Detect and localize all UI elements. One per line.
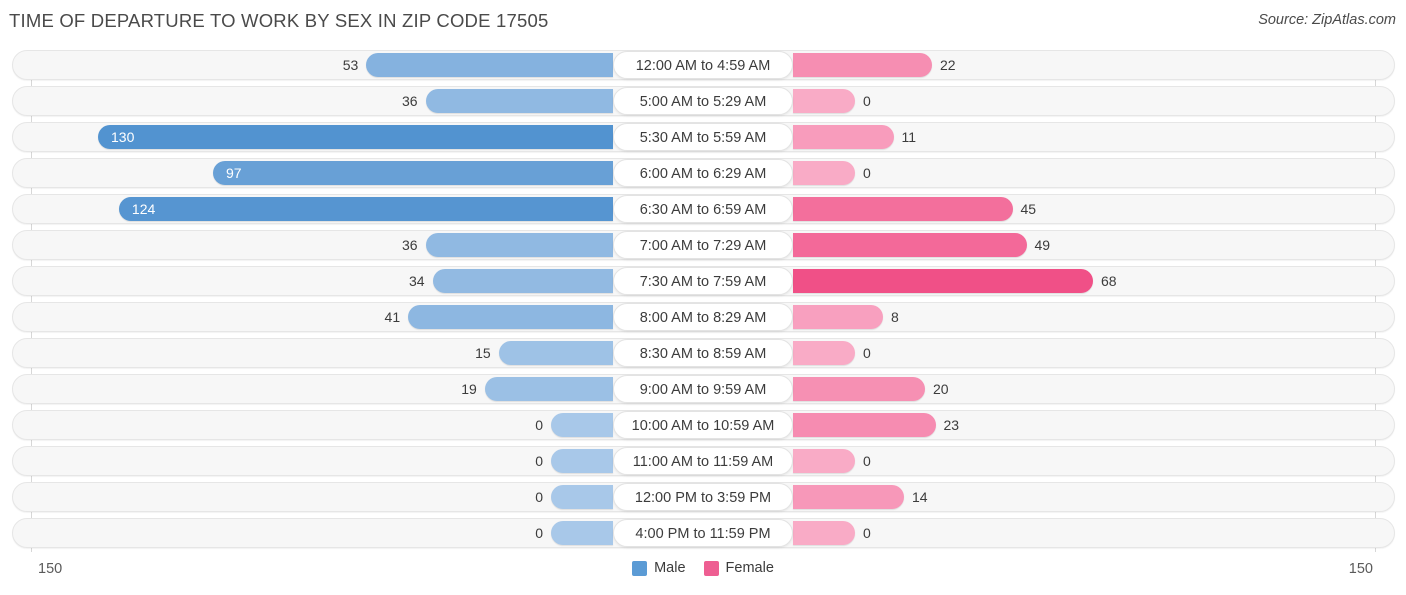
bar-female[interactable]: [793, 197, 1013, 221]
category-label: 5:00 AM to 5:29 AM: [613, 87, 793, 115]
category-label: 8:00 AM to 8:29 AM: [613, 303, 793, 331]
bar-male[interactable]: [498, 341, 613, 365]
table-row: 0 0 4:00 PM to 11:59 PM: [0, 518, 1406, 548]
value-label-male: 97: [225, 165, 242, 181]
table-row: 124 45 6:30 AM to 6:59 AM: [0, 194, 1406, 224]
table-row: 97 0 6:00 AM to 6:29 AM: [0, 158, 1406, 188]
bar-female[interactable]: [793, 449, 855, 473]
value-label-female: 23: [943, 417, 960, 433]
table-row: 130 11 5:30 AM to 5:59 AM: [0, 122, 1406, 152]
bar-male[interactable]: [366, 53, 613, 77]
page-title: TIME OF DEPARTURE TO WORK BY SEX IN ZIP …: [9, 10, 549, 31]
bar-female[interactable]: [793, 269, 1093, 293]
value-label-female: 0: [863, 345, 871, 361]
value-label-male: 41: [384, 309, 401, 325]
table-row: 41 8 8:00 AM to 8:29 AM: [0, 302, 1406, 332]
table-row: 15 0 8:30 AM to 8:59 AM: [0, 338, 1406, 368]
bar-female[interactable]: [793, 521, 855, 545]
table-row: 19 20 9:00 AM to 9:59 AM: [0, 374, 1406, 404]
value-label-male: 0: [535, 525, 543, 541]
bar-female[interactable]: [793, 53, 932, 77]
value-label-female: 45: [1020, 201, 1037, 217]
bar-male[interactable]: [484, 377, 613, 401]
table-row: 0 23 10:00 AM to 10:59 AM: [0, 410, 1406, 440]
value-label-male: 124: [131, 201, 156, 217]
value-label-male: 36: [401, 237, 418, 253]
value-label-male: 15: [475, 345, 491, 361]
value-label-female: 0: [863, 93, 871, 109]
bar-female[interactable]: [793, 89, 855, 113]
bar-female[interactable]: [793, 377, 925, 401]
category-label: 4:00 PM to 11:59 PM: [613, 519, 793, 547]
value-label-female: 22: [940, 57, 956, 73]
bar-female[interactable]: [793, 125, 894, 149]
table-row: 36 0 5:00 AM to 5:29 AM: [0, 86, 1406, 116]
value-label-male: 34: [408, 273, 425, 289]
legend-label-female: Female: [725, 560, 774, 576]
source-attribution: Source: ZipAtlas.com: [1258, 12, 1396, 28]
category-label: 11:00 AM to 11:59 AM: [613, 447, 793, 475]
legend-item-female[interactable]: Female: [703, 560, 774, 576]
value-label-female: 11: [901, 129, 917, 145]
legend-item-male[interactable]: Male: [632, 560, 686, 576]
category-label: 10:00 AM to 10:59 AM: [613, 411, 793, 439]
table-row: 36 49 7:00 AM to 7:29 AM: [0, 230, 1406, 260]
bar-male[interactable]: [425, 89, 613, 113]
chart-legend: Male Female: [0, 561, 1406, 576]
table-row: 0 14 12:00 PM to 3:59 PM: [0, 482, 1406, 512]
category-label: 5:30 AM to 5:59 AM: [613, 123, 793, 151]
table-row: 0 0 11:00 AM to 11:59 AM: [0, 446, 1406, 476]
value-label-male: 36: [401, 93, 418, 109]
value-label-female: 68: [1101, 273, 1117, 289]
legend-swatch-female: [703, 561, 719, 576]
value-label-male: 0: [535, 489, 543, 505]
value-label-female: 8: [891, 309, 899, 325]
legend-label-male: Male: [654, 560, 686, 576]
value-label-male: 19: [461, 381, 477, 397]
chart-plot-area: 53 22 12:00 AM to 4:59 AM 36 0 5:00 AM to 5:2…: [0, 46, 1406, 552]
value-label-male: 0: [535, 417, 543, 433]
category-label: 12:00 AM to 4:59 AM: [613, 51, 793, 79]
value-label-female: 0: [863, 453, 871, 469]
bar-female[interactable]: [793, 233, 1027, 257]
value-label-male: 53: [342, 57, 359, 73]
category-label: 9:00 AM to 9:59 AM: [613, 375, 793, 403]
bar-female[interactable]: [793, 341, 855, 365]
category-label: 8:30 AM to 8:59 AM: [613, 339, 793, 367]
value-label-female: 14: [912, 489, 928, 505]
bar-male[interactable]: [425, 233, 613, 257]
value-label-female: 0: [863, 525, 871, 541]
bar-female[interactable]: [793, 305, 883, 329]
bar-male[interactable]: [551, 449, 613, 473]
category-label: 6:30 AM to 6:59 AM: [613, 195, 793, 223]
bar-male[interactable]: [551, 413, 613, 437]
table-row: 53 22 12:00 AM to 4:59 AM: [0, 50, 1406, 80]
category-label: 12:00 PM to 3:59 PM: [613, 483, 793, 511]
category-label: 7:30 AM to 7:59 AM: [613, 267, 793, 295]
value-label-female: 0: [863, 165, 871, 181]
bar-male[interactable]: [408, 305, 613, 329]
chart-header: TIME OF DEPARTURE TO WORK BY SEX IN ZIP …: [0, 0, 1406, 46]
bar-female[interactable]: [793, 485, 904, 509]
bar-female[interactable]: [793, 161, 855, 185]
legend-swatch-male: [632, 561, 648, 576]
bar-female[interactable]: [793, 413, 936, 437]
bar-male[interactable]: [432, 269, 613, 293]
bar-male[interactable]: [551, 485, 613, 509]
bar-male[interactable]: [551, 521, 613, 545]
value-label-male: 0: [535, 453, 543, 469]
value-label-female: 49: [1034, 237, 1051, 253]
table-row: 34 68 7:30 AM to 7:59 AM: [0, 266, 1406, 296]
category-label: 6:00 AM to 6:29 AM: [613, 159, 793, 187]
chart-footer: 150 150 Male Female: [0, 550, 1406, 595]
value-label-male: 130: [111, 129, 135, 145]
category-label: 7:00 AM to 7:29 AM: [613, 231, 793, 259]
value-label-female: 20: [933, 381, 949, 397]
